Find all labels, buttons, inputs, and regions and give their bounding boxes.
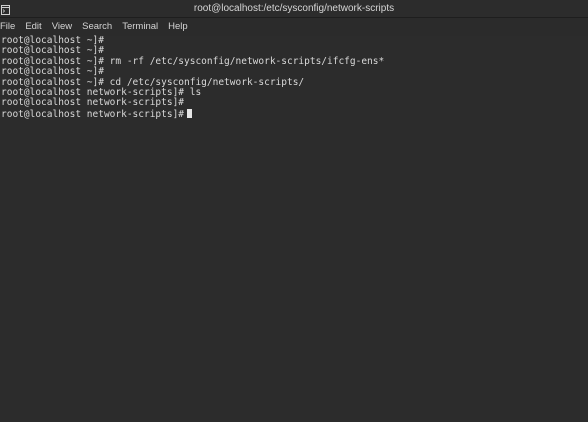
terminal-line: root@localhost network-scripts]# <box>1 97 185 109</box>
text-cursor <box>187 108 193 118</box>
terminal-window: root@localhost:/etc/sysconfig/network-sc… <box>0 0 588 422</box>
menu-view[interactable]: View <box>47 18 77 36</box>
window-title: root@localhost:/etc/sysconfig/network-sc… <box>193 3 395 14</box>
terminal-line-current: root@localhost network-scripts]# <box>0 108 588 119</box>
menu-bar: File Edit View Search Terminal Help <box>0 18 588 36</box>
terminal-output[interactable]: root@localhost ~]# root@localhost ~]# ro… <box>0 35 588 422</box>
title-bar[interactable]: root@localhost:/etc/sysconfig/network-sc… <box>0 0 588 18</box>
menu-edit[interactable]: Edit <box>20 18 46 36</box>
menu-terminal[interactable]: Terminal <box>117 18 163 36</box>
menu-help[interactable]: Help <box>163 18 193 36</box>
menu-search[interactable]: Search <box>77 18 117 36</box>
menu-file[interactable]: File <box>0 18 20 36</box>
